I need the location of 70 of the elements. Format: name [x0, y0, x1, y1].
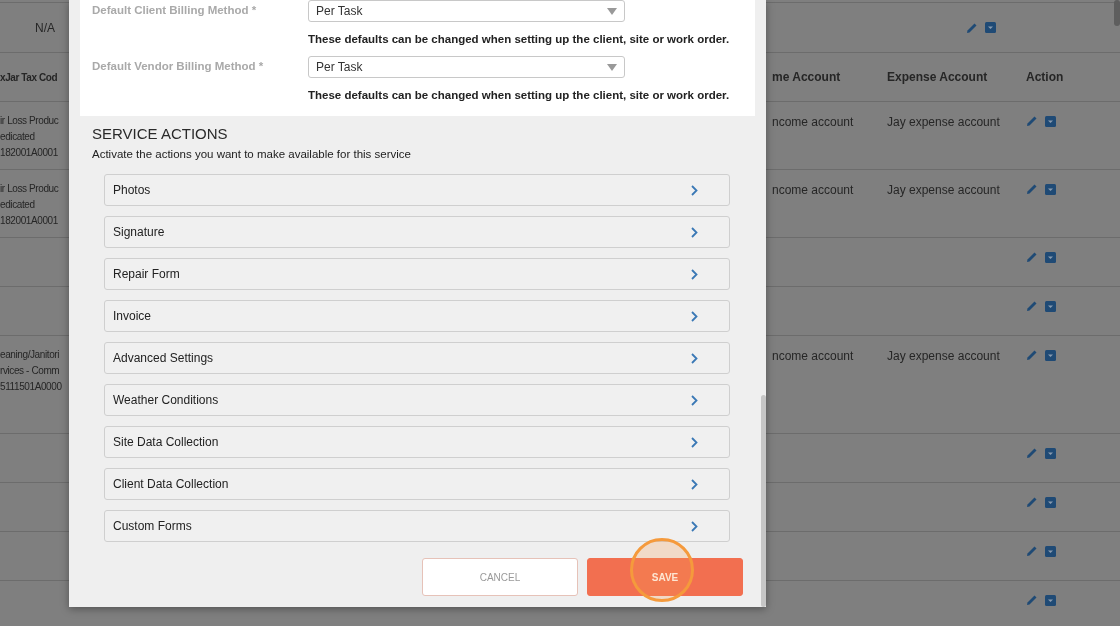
table-cell-text: 182001A0001 [0, 214, 59, 228]
pencil-icon[interactable] [1026, 447, 1038, 459]
chevron-right-icon [691, 520, 698, 532]
section-title: SERVICE ACTIONS [92, 125, 229, 142]
action-row[interactable]: Client Data Collection [104, 468, 730, 500]
dropdown-icon[interactable] [1045, 183, 1056, 195]
chevron-right-icon [691, 352, 698, 364]
dropdown-icon[interactable] [1045, 496, 1056, 508]
chevron-right-icon [691, 226, 698, 238]
table-cell: Jay expense account [887, 183, 1000, 197]
table-cell-text: edicated [0, 198, 36, 212]
chevron-right-icon [691, 436, 698, 448]
section-subtitle: Activate the actions you want to make available for this service [92, 148, 412, 160]
pencil-icon[interactable] [966, 21, 978, 34]
action-row[interactable]: Site Data Collection [104, 426, 730, 458]
dropdown-icon[interactable] [1045, 115, 1056, 127]
select-field[interactable]: Per Task [308, 56, 625, 78]
chevron-right-icon [691, 394, 698, 406]
chevron-right-icon [691, 184, 698, 196]
dropdown-icon[interactable] [1045, 594, 1056, 606]
table-cell-text: N/A [34, 20, 56, 35]
field-label: Default Client Billing Method * [92, 3, 258, 18]
table-cell-text: edicated [0, 130, 36, 144]
pencil-icon[interactable] [1026, 300, 1038, 312]
pencil-icon[interactable] [1026, 115, 1038, 127]
column-header: Expense Account [887, 70, 989, 84]
chevron-right-icon [691, 478, 698, 490]
table-cell-text: eaning/Janitori [0, 348, 61, 362]
action-row[interactable]: Signature [104, 216, 730, 248]
table-cell: ncome account [772, 183, 854, 197]
action-row[interactable]: Invoice [104, 300, 730, 332]
table-cell-text: ir Loss Produc [0, 182, 60, 196]
table-cell: ncome account [772, 115, 854, 129]
action-row[interactable]: Advanced Settings [104, 342, 730, 374]
column-header: xJar Tax Cod [0, 71, 59, 83]
table-cell-text: rvices - Comm [0, 364, 61, 378]
dropdown-icon[interactable] [1045, 545, 1056, 557]
action-row[interactable]: Weather Conditions [104, 384, 730, 416]
dropdown-icon[interactable] [1045, 300, 1056, 312]
table-cell-text: 182001A0001 [0, 146, 59, 160]
caret-icon [607, 63, 617, 71]
chevron-right-icon [691, 268, 698, 280]
action-row[interactable]: Photos [104, 174, 730, 206]
pencil-icon[interactable] [1026, 545, 1038, 557]
scrollbar-thumb[interactable] [761, 395, 766, 607]
pencil-icon[interactable] [1026, 349, 1038, 361]
chevron-right-icon [691, 310, 698, 322]
select-field[interactable]: Per Task [308, 0, 625, 22]
pencil-icon[interactable] [1026, 183, 1038, 195]
column-header: me Account [772, 70, 842, 84]
dropdown-icon[interactable] [1045, 349, 1056, 361]
action-row[interactable]: Repair Form [104, 258, 730, 290]
scrollbar-thumb[interactable] [1114, 0, 1120, 26]
table-cell: Jay expense account [887, 115, 1000, 129]
field-label: Default Vendor Billing Method * [92, 59, 265, 74]
table-cell: ncome account [772, 349, 854, 363]
caret-icon [607, 7, 617, 15]
table-cell-text: 5111501A0000 [0, 380, 63, 394]
dropdown-icon[interactable] [985, 22, 996, 33]
table-cell: Jay expense account [887, 349, 1000, 363]
help-text: These defaults can be changed when setting up the client, site or work order. [308, 32, 730, 47]
action-row[interactable]: Custom Forms [104, 510, 730, 542]
dropdown-icon[interactable] [1045, 447, 1056, 459]
dropdown-icon[interactable] [1045, 251, 1056, 263]
help-text: These defaults can be changed when setting up the client, site or work order. [308, 88, 730, 103]
pencil-icon[interactable] [1026, 496, 1038, 508]
pencil-icon[interactable] [1026, 594, 1038, 606]
column-header: Action [1026, 70, 1064, 84]
pencil-icon[interactable] [1026, 251, 1038, 263]
table-cell-text: ir Loss Produc [0, 114, 60, 128]
